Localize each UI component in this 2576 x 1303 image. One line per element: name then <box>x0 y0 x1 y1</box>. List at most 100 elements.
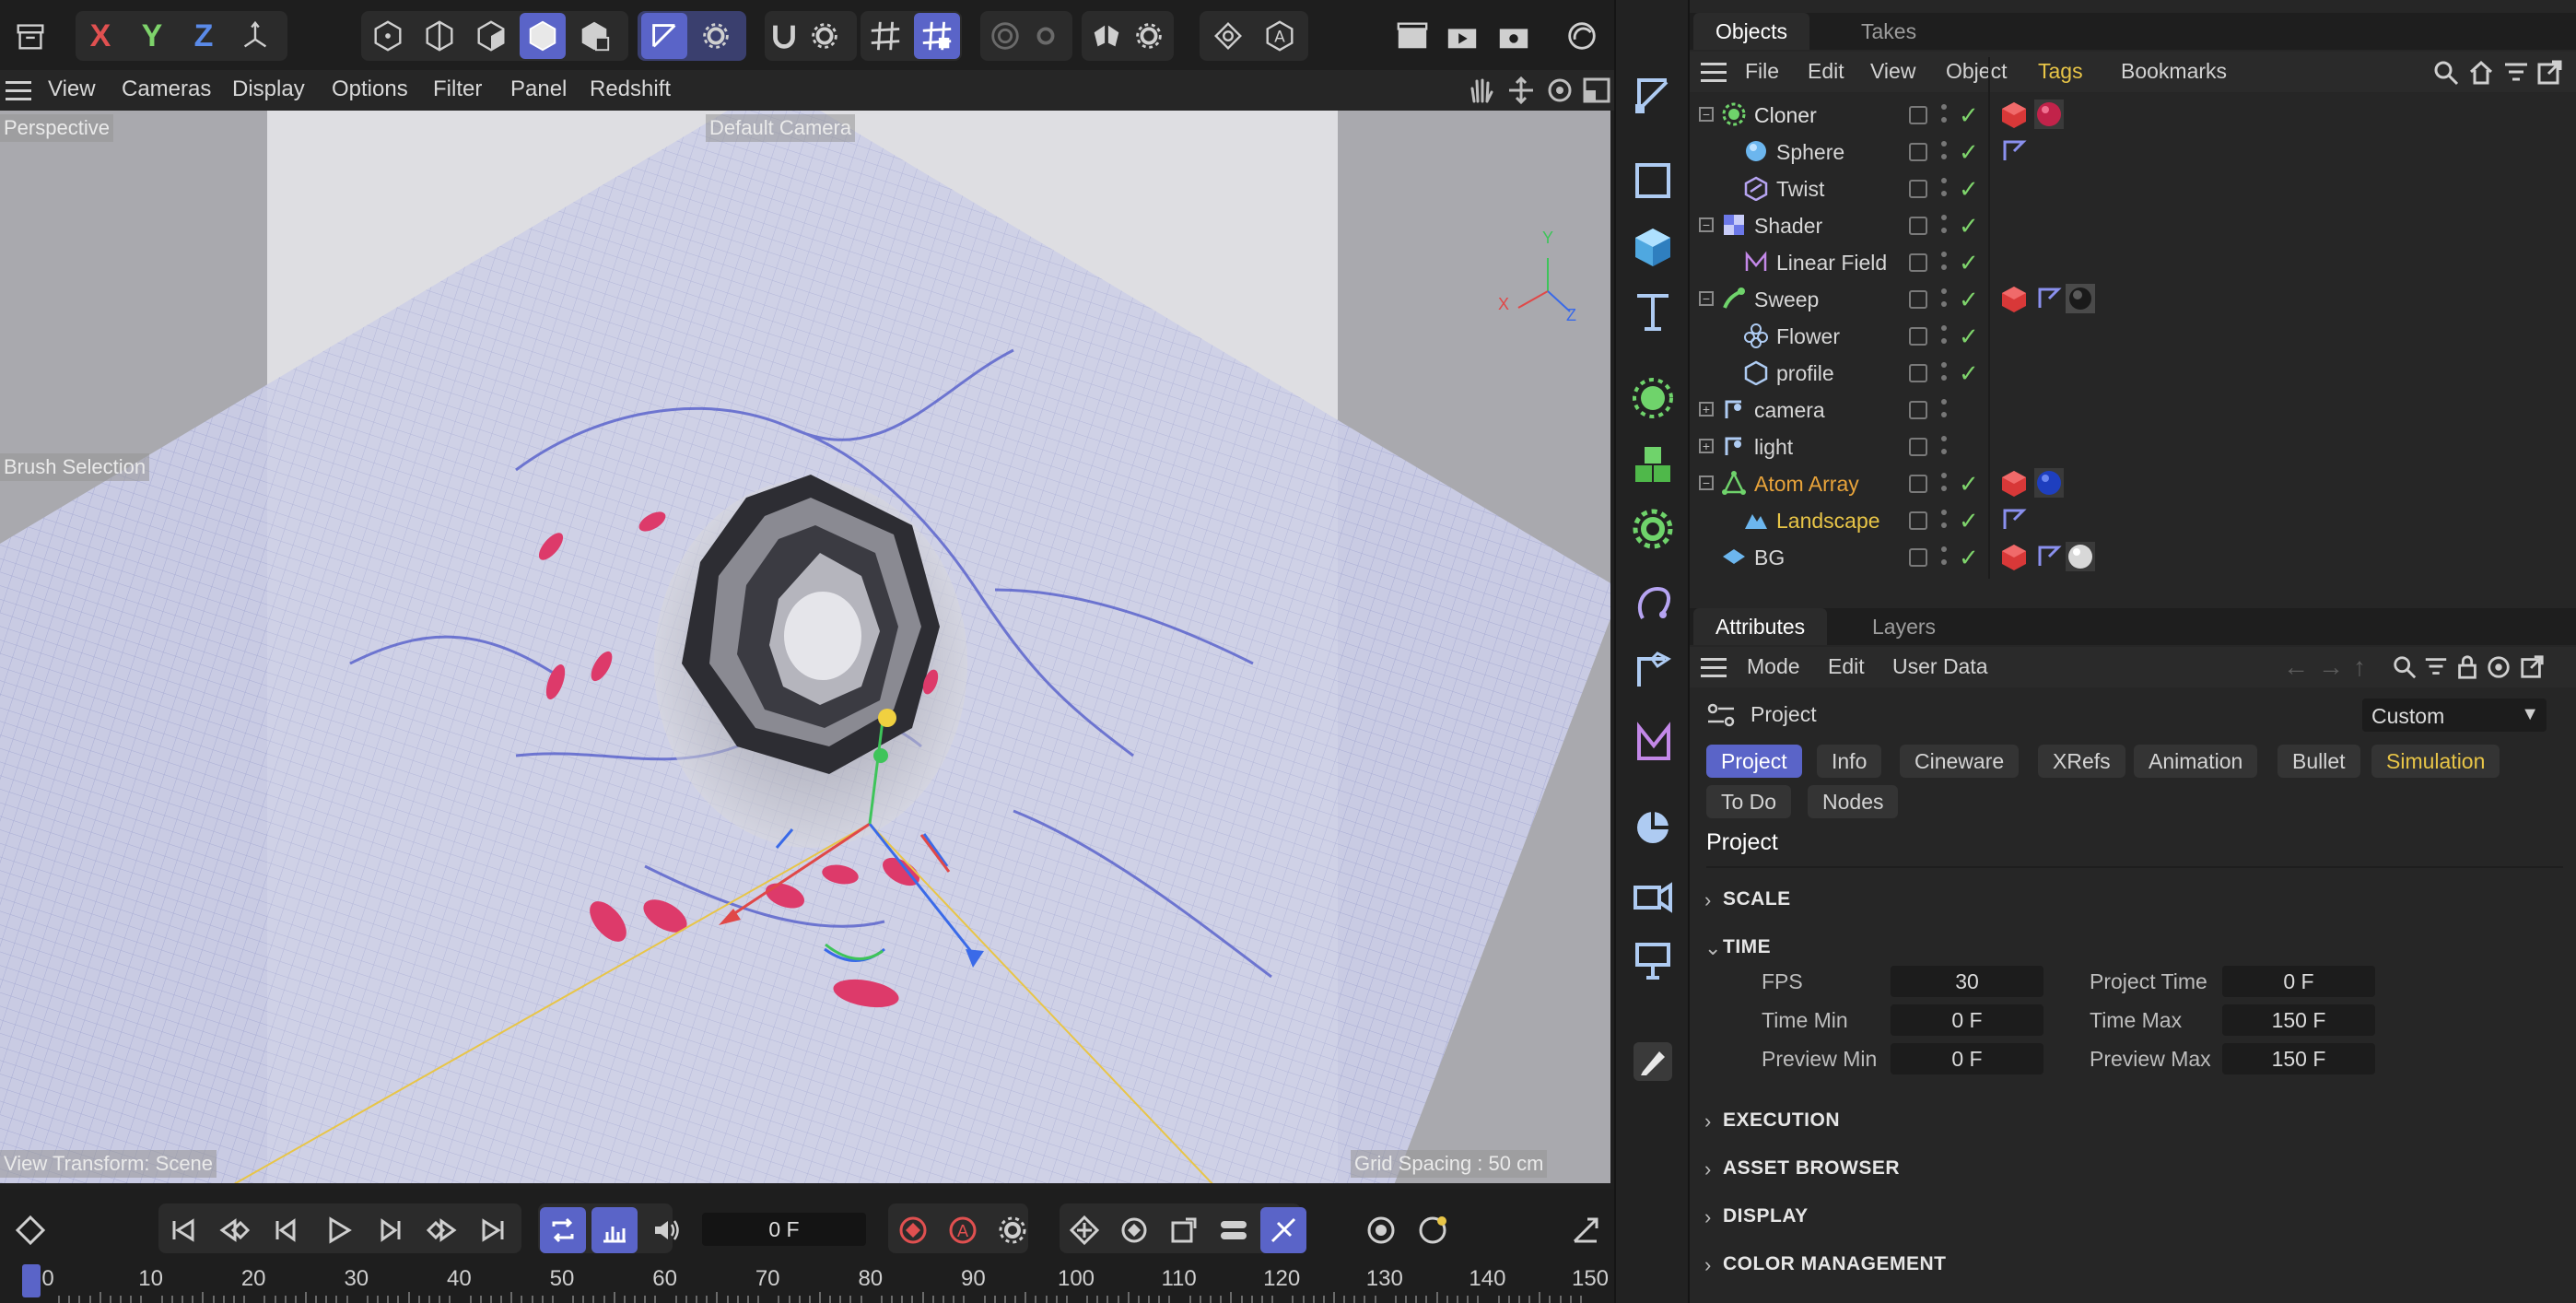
collapse-icon[interactable]: − <box>1699 291 1714 306</box>
key-parameter-icon[interactable] <box>1211 1207 1257 1253</box>
spline-pen-icon[interactable] <box>1627 579 1679 630</box>
object-row-shader[interactable]: − Shader ✓ <box>1692 206 2576 243</box>
filter-icon[interactable] <box>2502 59 2530 87</box>
filter-icon[interactable] <box>2423 654 2449 680</box>
chip-cineware[interactable]: Cineware <box>1900 745 2020 778</box>
new-window-icon[interactable] <box>2535 59 2563 87</box>
chip-nodes[interactable]: Nodes <box>1808 785 1899 818</box>
time-max-field[interactable]: 150 F <box>2222 1004 2375 1036</box>
edit-toggle[interactable] <box>1909 475 1927 493</box>
lock-icon[interactable] <box>2454 654 2480 680</box>
menu-edit[interactable]: Edit <box>1828 654 1865 679</box>
previous-key-icon[interactable] <box>212 1207 258 1253</box>
field-icon[interactable] <box>1627 802 1679 853</box>
motion-record-icon[interactable] <box>1358 1207 1404 1253</box>
material-sphere-tag-icon[interactable] <box>2034 100 2064 129</box>
tab-layers[interactable]: Layers <box>1850 608 1958 645</box>
chip-project[interactable]: Project <box>1706 745 1802 778</box>
polygons-mode-icon[interactable] <box>468 13 514 59</box>
mode-dropdown[interactable]: Custom ▼ <box>2362 698 2547 732</box>
floor-light-icon[interactable] <box>1627 934 1679 986</box>
archive-icon[interactable] <box>7 13 53 59</box>
material-tag-icon[interactable] <box>1999 284 2029 313</box>
z-axis-toggle[interactable]: Z <box>181 13 227 59</box>
points-mode-icon[interactable] <box>365 13 411 59</box>
uv-mode-icon[interactable] <box>571 13 617 59</box>
object-row-flower[interactable]: Flower ✓ <box>1692 317 2576 354</box>
visibility-dots[interactable] <box>1940 138 1948 164</box>
time-min-field[interactable]: 0 F <box>1891 1004 2043 1036</box>
phong-tag-icon[interactable] <box>1999 505 2029 534</box>
visibility-dots[interactable] <box>1940 396 1948 422</box>
current-frame-field[interactable]: 0 F <box>702 1213 866 1246</box>
menu-edit[interactable]: Edit <box>1808 59 1844 84</box>
attribute-a-icon[interactable]: A <box>1257 13 1303 59</box>
search-icon[interactable] <box>2432 59 2460 87</box>
chip-simulation[interactable]: Simulation <box>2371 745 2500 778</box>
menu-filter[interactable]: Filter <box>433 76 482 102</box>
y-axis-toggle[interactable]: Y <box>129 13 175 59</box>
enabled-check-icon[interactable]: ✓ <box>1959 359 1979 388</box>
object-row-linear-field[interactable]: Linear Field ✓ <box>1692 243 2576 280</box>
edit-toggle[interactable] <box>1909 217 1927 235</box>
gear-icon[interactable] <box>693 13 739 59</box>
gear-icon[interactable] <box>1126 13 1172 59</box>
autokey-icon[interactable]: A <box>940 1207 986 1253</box>
menu-user-data[interactable]: User Data <box>1892 654 1988 679</box>
visibility-dots[interactable] <box>1940 433 1948 459</box>
object-row-camera[interactable]: + camera <box>1692 391 2576 428</box>
magnet-icon[interactable] <box>761 13 807 59</box>
new-window-icon[interactable] <box>2519 654 2545 680</box>
back-arrow-icon[interactable]: ← <box>2283 652 2309 682</box>
edit-toggle[interactable] <box>1909 401 1927 419</box>
phong-tag-icon[interactable] <box>1999 136 2029 166</box>
fps-preview-icon[interactable] <box>591 1207 638 1253</box>
key-pla-icon[interactable] <box>1260 1207 1306 1253</box>
edges-mode-icon[interactable] <box>416 13 463 59</box>
section-execution[interactable]: › EXECUTION <box>1704 1109 1840 1133</box>
edit-toggle[interactable] <box>1909 290 1927 309</box>
timeline-ruler[interactable]: 0 10 20 30 40 50 60 70 80 90 100 110 120 130 140 150 <box>0 1259 1614 1303</box>
render-view-icon[interactable] <box>1389 13 1435 59</box>
go-to-end-icon[interactable] <box>470 1207 516 1253</box>
phong-tag-icon[interactable] <box>2034 542 2064 571</box>
key-scale-icon[interactable] <box>1161 1207 1207 1253</box>
hamburger-icon[interactable] <box>6 79 31 101</box>
viewport-solo-icon[interactable] <box>1205 13 1251 59</box>
effector-gear-icon[interactable] <box>1627 503 1679 555</box>
play-icon[interactable] <box>315 1207 361 1253</box>
key-rotation-icon[interactable] <box>1111 1207 1157 1253</box>
rotate-view-icon[interactable] <box>1544 76 1575 105</box>
timeline-expand-icon[interactable] <box>1563 1207 1609 1253</box>
search-icon[interactable] <box>2392 654 2418 680</box>
edit-toggle[interactable] <box>1909 364 1927 382</box>
transform-tool-icon[interactable] <box>641 13 687 59</box>
visibility-dots[interactable] <box>1940 175 1948 201</box>
edit-toggle[interactable] <box>1909 253 1927 272</box>
menu-cameras[interactable]: Cameras <box>122 76 211 102</box>
render-settings-icon[interactable] <box>1491 13 1537 59</box>
enabled-check-icon[interactable]: ✓ <box>1959 101 1979 130</box>
object-row-sphere[interactable]: Sphere ✓ <box>1692 133 2576 170</box>
move-view-icon[interactable] <box>1505 76 1537 105</box>
rectangle-select-icon[interactable] <box>1627 155 1679 206</box>
enabled-check-icon[interactable]: ✓ <box>1959 138 1979 167</box>
edit-toggle[interactable] <box>1909 180 1927 198</box>
coordinate-system-icon[interactable] <box>232 13 278 59</box>
go-to-start-icon[interactable] <box>160 1207 206 1253</box>
collapse-icon[interactable]: − <box>1699 217 1714 232</box>
sweep-nurbs-icon[interactable] <box>1627 645 1679 697</box>
generator-icon[interactable] <box>1627 372 1679 424</box>
collapse-icon[interactable]: − <box>1699 107 1714 122</box>
menu-file[interactable]: File <box>1745 59 1779 84</box>
chip-info[interactable]: Info <box>1817 745 1882 778</box>
key-settings-icon[interactable] <box>989 1207 1036 1253</box>
hamburger-icon[interactable] <box>1701 658 1727 678</box>
edit-toggle[interactable] <box>1909 511 1927 530</box>
symmetry-icon[interactable] <box>1083 13 1130 59</box>
visibility-dots[interactable] <box>1940 286 1948 311</box>
edit-pencil-icon[interactable] <box>1627 1036 1679 1087</box>
tab-takes[interactable]: Takes <box>1839 13 1938 50</box>
object-row-light[interactable]: + light <box>1692 428 2576 464</box>
material-dark-tag-icon[interactable] <box>2066 284 2095 313</box>
